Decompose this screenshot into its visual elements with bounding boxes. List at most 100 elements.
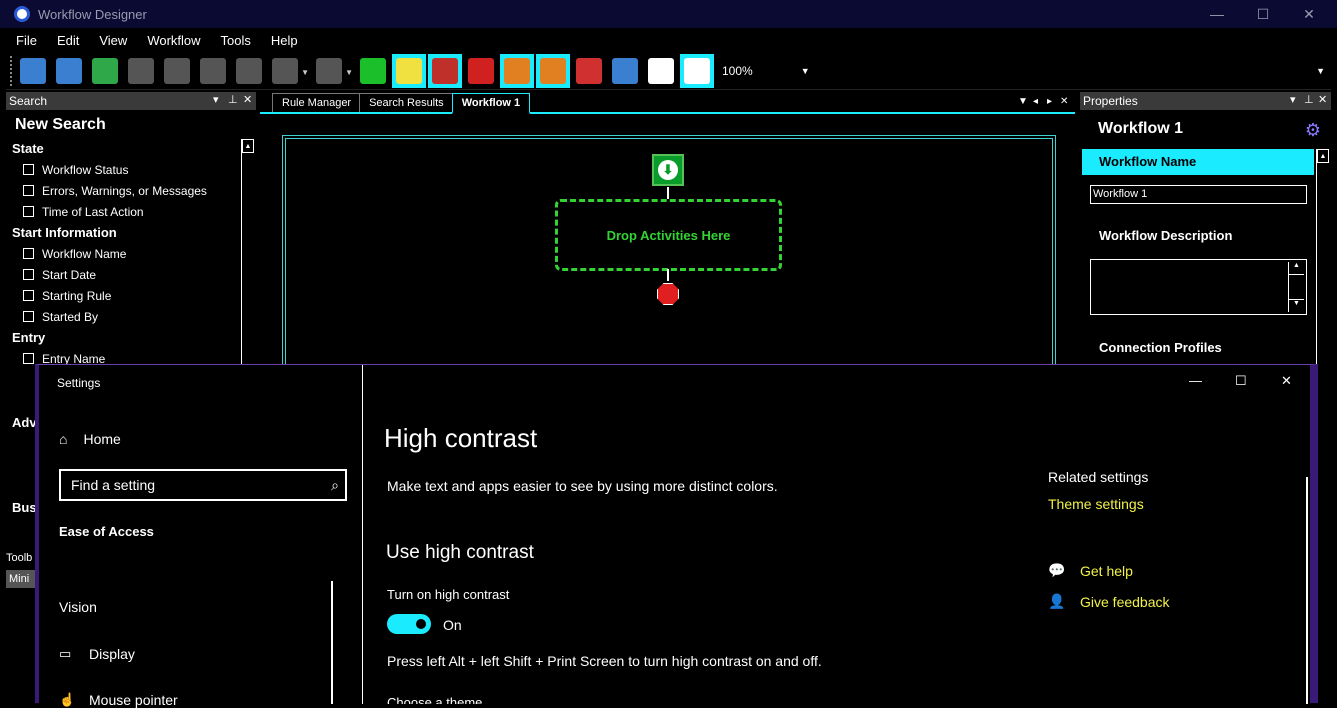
scroll-up-icon[interactable]: ▲ (1317, 149, 1329, 163)
report-button[interactable] (572, 54, 606, 88)
checklist-button[interactable] (536, 53, 570, 88)
menu-file[interactable]: File (6, 33, 47, 48)
document-area: Rule Manager Search Results Workflow 1 ▼… (260, 92, 1075, 375)
run-icon (360, 57, 386, 84)
nav-display[interactable]: ▭ Display (59, 646, 135, 662)
workflow-start-node[interactable]: ⬇ (652, 154, 684, 186)
export-workflow-button[interactable] (88, 54, 122, 88)
minimize-button[interactable]: — (1194, 0, 1240, 28)
checkbox-icon[interactable] (23, 164, 34, 175)
drop-activities-zone[interactable]: Drop Activities Here (555, 199, 782, 271)
dropdown-arrow-icon[interactable]: ▼ (345, 68, 353, 77)
help-chat-icon: 💬 (1048, 562, 1066, 578)
paste-icon (200, 57, 226, 84)
new-workflow-button[interactable] (16, 54, 50, 88)
give-feedback-link[interactable]: 👤 Give feedback (1048, 593, 1170, 610)
checkbox-icon[interactable] (23, 269, 34, 280)
dropdown-arrow-icon[interactable]: ▼ (301, 68, 309, 77)
pane-menu-icon[interactable]: ▾ (1290, 93, 1296, 106)
redo-button[interactable]: ▼ (312, 54, 353, 88)
tab-rule-manager[interactable]: Rule Manager (272, 93, 362, 112)
workflow-name-field[interactable]: Workflow 1 (1090, 185, 1307, 204)
rules-button[interactable] (500, 53, 534, 88)
delete-button[interactable] (232, 54, 266, 88)
workflow-description-field[interactable]: ▲ ▼ (1090, 259, 1307, 315)
zoom-dropdown-icon[interactable]: ▼ (801, 66, 810, 76)
paste-button[interactable] (196, 54, 230, 88)
redo-icon (316, 57, 342, 84)
toolbar-overflow-icon[interactable]: ▼ (1316, 66, 1325, 76)
checkbox-icon[interactable] (23, 311, 34, 322)
menu-help[interactable]: Help (261, 33, 308, 48)
checkbox-icon[interactable] (23, 185, 34, 196)
pane-menu-icon[interactable]: ▾ (213, 93, 219, 106)
tab-scroll-right-icon[interactable]: ▸ (1047, 96, 1052, 107)
menu-tools[interactable]: Tools (211, 33, 261, 48)
search-criteria-checkbox[interactable]: Errors, Warnings, or Messages (23, 180, 256, 201)
get-help-label: Get help (1080, 562, 1133, 579)
tab-close-icon[interactable]: ✕ (1060, 96, 1068, 107)
mini-tab[interactable]: Mini (6, 570, 36, 588)
toolbox-tab[interactable]: Toolb (6, 552, 36, 564)
search-criteria-checkbox[interactable]: Time of Last Action (23, 201, 256, 222)
tab-scroll-left-icon[interactable]: ◂ (1033, 96, 1038, 107)
search-pane-title: Search (9, 94, 48, 108)
tools-button[interactable] (428, 53, 462, 88)
find-setting-input[interactable]: Find a setting ⌕ (59, 469, 347, 501)
menu-bar: File Edit View Workflow Tools Help (6, 28, 1331, 52)
zoom-level[interactable]: 100% (722, 64, 753, 78)
stop-button[interactable] (464, 54, 498, 88)
nav-mouse-pointer[interactable]: ☝ Mouse pointer (59, 692, 178, 708)
settings-button[interactable] (608, 54, 642, 88)
checkbox-icon[interactable] (23, 353, 34, 364)
search-criteria-checkbox[interactable]: Workflow Status (23, 159, 256, 180)
nav-scrollbar[interactable] (331, 581, 333, 704)
pin-icon[interactable]: ⊥ (1304, 93, 1314, 106)
tab-workflow-1[interactable]: Workflow 1 (451, 93, 531, 114)
search-criteria-checkbox[interactable]: Workflow Name (23, 243, 256, 264)
property-workflow-name-header[interactable]: Workflow Name (1082, 149, 1314, 175)
maximize-button[interactable]: ☐ (1240, 0, 1286, 28)
tab-search-results[interactable]: Search Results (359, 93, 454, 112)
pan-hand-button[interactable] (644, 54, 678, 88)
description-scrollbar[interactable]: ▲ ▼ (1288, 262, 1304, 312)
undo-button[interactable]: ▼ (268, 54, 309, 88)
pane-close-icon[interactable]: ✕ (1318, 93, 1327, 106)
menu-edit[interactable]: Edit (47, 33, 89, 48)
properties-pane: Properties ▾ ⊥ ✕ Workflow 1 ⚙ Workflow N… (1080, 92, 1331, 367)
scroll-down-icon[interactable]: ▼ (1289, 299, 1304, 312)
pin-icon[interactable]: ⊥ (228, 93, 238, 106)
toolbar: ▼ ▼ 100% ▼ ▼ (6, 52, 1331, 90)
close-button[interactable]: ✕ (1286, 0, 1332, 28)
search-criteria-checkbox[interactable]: Starting Rule (23, 285, 256, 306)
tab-list-icon[interactable]: ▼ (1018, 96, 1028, 107)
scroll-up-icon[interactable]: ▲ (242, 139, 254, 153)
checkbox-icon[interactable] (23, 290, 34, 301)
menu-workflow[interactable]: Workflow (137, 33, 210, 48)
scroll-up-icon[interactable]: ▲ (1289, 262, 1304, 275)
select-pointer-button[interactable] (680, 53, 714, 88)
get-help-link[interactable]: 💬 Get help (1048, 562, 1133, 579)
rules-icon (504, 57, 530, 84)
checkbox-icon[interactable] (23, 206, 34, 217)
cut-button[interactable] (124, 54, 158, 88)
copy-button[interactable] (160, 54, 194, 88)
connection-profiles-label: Connection Profiles (1099, 340, 1222, 355)
find-button[interactable] (392, 53, 426, 88)
properties-scrollbar[interactable]: ▲ (1316, 149, 1330, 367)
run-button[interactable] (356, 54, 390, 88)
search-icon[interactable]: ⌕ (331, 471, 339, 499)
search-criteria-checkbox[interactable]: Start Date (23, 264, 256, 285)
nav-home[interactable]: ⌂ Home (59, 431, 121, 447)
gear-icon[interactable]: ⚙ (1305, 120, 1321, 141)
search-criteria-checkbox[interactable]: Started By (23, 306, 256, 327)
menu-view[interactable]: View (89, 33, 137, 48)
display-icon: ▭ (59, 646, 72, 661)
theme-settings-link[interactable]: Theme settings (1048, 496, 1144, 512)
main-scrollbar[interactable] (1306, 477, 1308, 704)
pane-close-icon[interactable]: ✕ (243, 93, 252, 106)
checkbox-icon[interactable] (23, 248, 34, 259)
cut-icon (128, 57, 154, 84)
high-contrast-toggle[interactable] (387, 614, 431, 634)
open-workflow-button[interactable] (52, 54, 86, 88)
